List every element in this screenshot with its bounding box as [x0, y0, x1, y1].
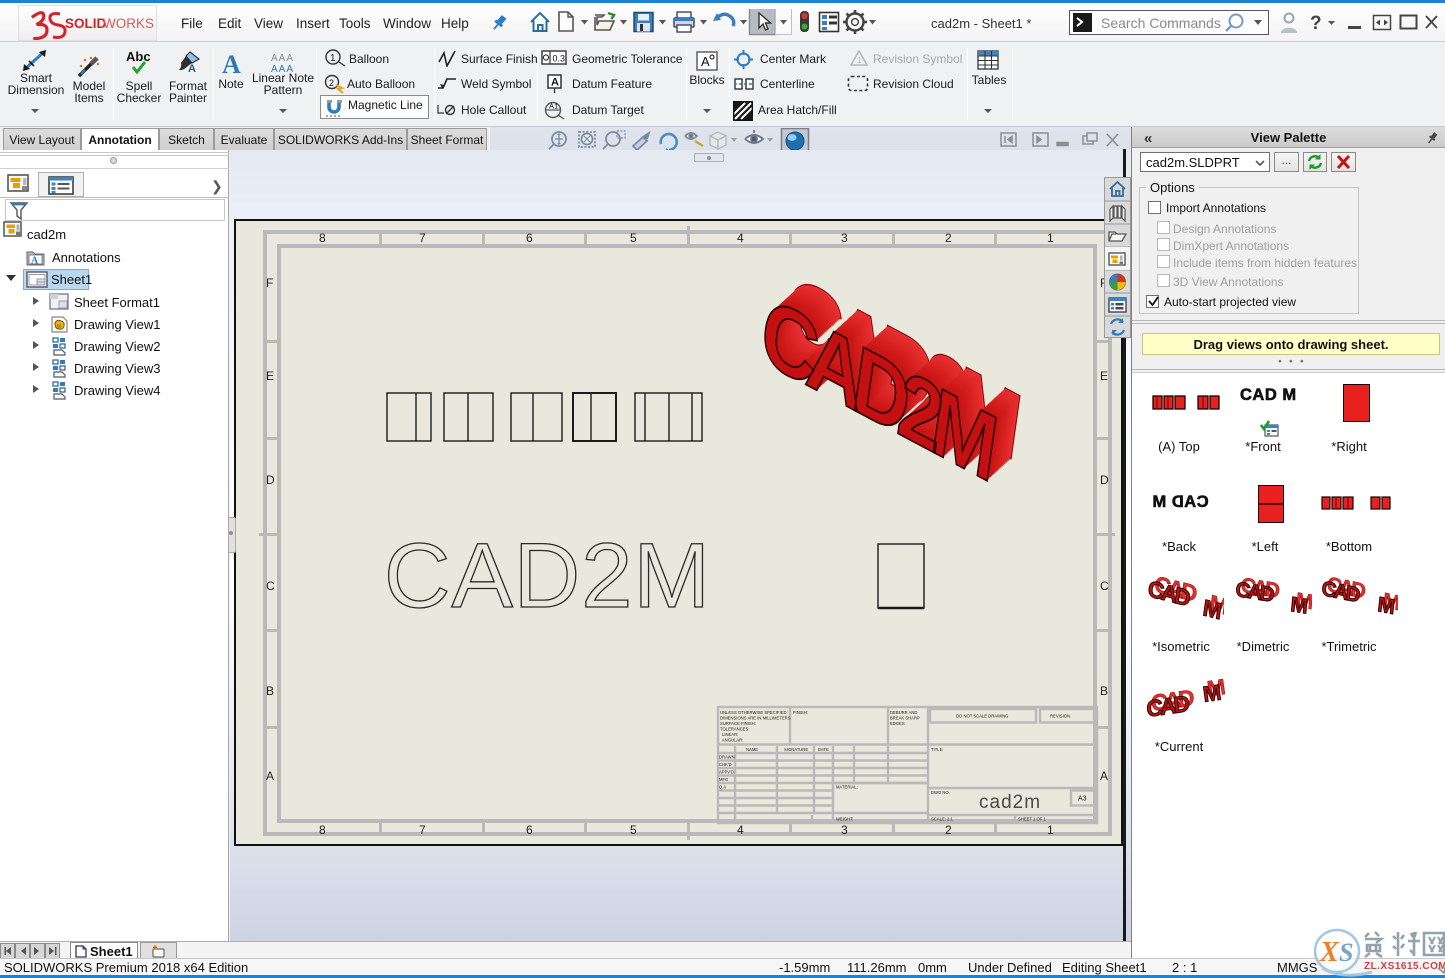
svg-text:X: X	[1319, 937, 1340, 968]
svg-text:SIGNATURE: SIGNATURE	[784, 747, 808, 752]
svg-text:0.3: 0.3	[553, 54, 566, 64]
svg-text:A3: A3	[1078, 796, 1087, 803]
svg-text:BREAK SHARP: BREAK SHARP	[890, 716, 920, 721]
svg-text:A: A	[551, 77, 559, 89]
svg-text:SHEET 1 OF 1: SHEET 1 OF 1	[1018, 817, 1047, 822]
svg-text:A: A	[188, 63, 196, 74]
svg-text:REVISION: REVISION	[1050, 714, 1070, 719]
svg-text:DEBURR AND: DEBURR AND	[890, 710, 917, 715]
svg-text:M: M	[1201, 594, 1223, 624]
svg-text:M: M	[1376, 593, 1396, 619]
svg-text:SURFACE FINISH:: SURFACE FINISH:	[720, 721, 756, 726]
svg-text:2: 2	[329, 78, 334, 88]
svg-text:A1: A1	[549, 102, 558, 111]
svg-text:LINEAR:: LINEAR:	[722, 732, 738, 737]
svg-text:APPV'D: APPV'D	[719, 770, 734, 775]
svg-text:FINISH:: FINISH:	[793, 710, 808, 715]
svg-text:CAD: CAD	[1146, 690, 1191, 722]
svg-text:MFG: MFG	[719, 777, 728, 782]
svg-text:EDGES: EDGES	[890, 721, 905, 726]
svg-text:M: M	[1290, 593, 1309, 619]
svg-text:S: S	[1339, 938, 1353, 967]
svg-text:A: A	[222, 52, 241, 76]
svg-text:Q.A: Q.A	[719, 785, 726, 790]
svg-text:1: 1	[857, 56, 862, 65]
svg-text:UNLESS OTHERWISE SPECIFIED:: UNLESS OTHERWISE SPECIFIED:	[720, 710, 788, 715]
svg-text:?: ?	[1310, 13, 1322, 34]
svg-text:CHK'D: CHK'D	[719, 762, 732, 767]
svg-text:WORKS: WORKS	[103, 16, 154, 31]
svg-text:Abc: Abc	[126, 49, 151, 64]
svg-text:cad2m: cad2m	[979, 792, 1041, 813]
svg-text:DRAWN: DRAWN	[719, 755, 735, 760]
svg-text:ANGULAR:: ANGULAR:	[722, 738, 743, 743]
svg-text:TOLERANCES:: TOLERANCES:	[720, 727, 749, 732]
svg-text:DO NOT SCALE DRAWING: DO NOT SCALE DRAWING	[956, 714, 1008, 719]
svg-text:DIMENSIONS ARE IN MILLIMETERS: DIMENSIONS ARE IN MILLIMETERS	[720, 716, 791, 721]
svg-text:A: A	[31, 256, 39, 267]
svg-text:A: A	[701, 54, 710, 69]
svg-text:DWG NO.: DWG NO.	[931, 790, 950, 795]
svg-text:NAME: NAME	[746, 747, 758, 752]
svg-text:DATE: DATE	[818, 747, 829, 752]
svg-text:CAD: CAD	[1235, 578, 1276, 607]
svg-text:MATERIAL:: MATERIAL:	[836, 785, 858, 790]
svg-text:TITLE:: TITLE:	[931, 747, 944, 752]
svg-text:M: M	[1201, 680, 1223, 707]
svg-text:SOLID: SOLID	[65, 16, 107, 31]
svg-text:SCALE: 2:1: SCALE: 2:1	[931, 817, 954, 822]
svg-text:AAA: AAA	[271, 53, 294, 64]
svg-text:1: 1	[330, 53, 336, 64]
svg-text:WEIGHT:: WEIGHT:	[836, 817, 853, 822]
svg-text:ZL.XS1615.COM: ZL.XS1615.COM	[1364, 961, 1445, 972]
